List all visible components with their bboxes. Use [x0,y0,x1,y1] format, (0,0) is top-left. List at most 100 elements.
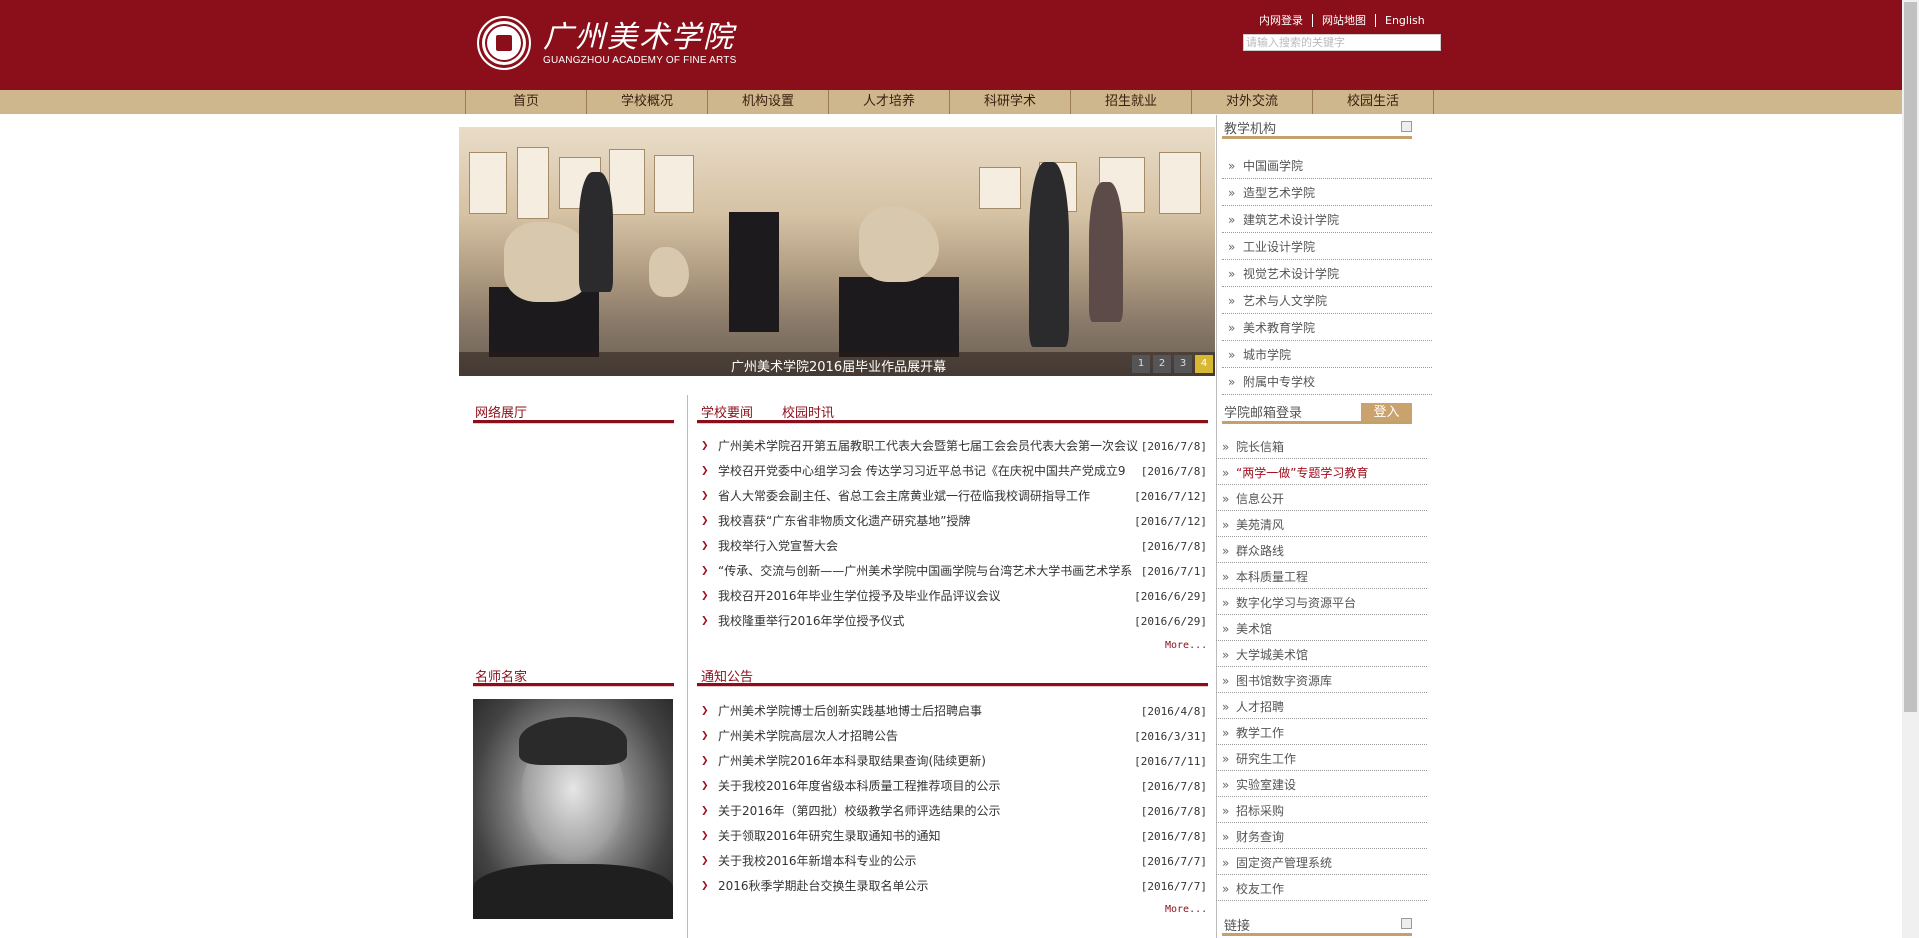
quick-link-item[interactable]: 信息公开 [1216,485,1427,513]
nav-research[interactable]: 科研学术 [949,90,1070,114]
logo-english-name: GUANGZHOU ACADEMY OF FINE ARTS [543,54,737,66]
banner-slideshow[interactable]: 广州美术学院2016届毕业作品展开幕 1 2 3 4 [459,127,1215,376]
news-item[interactable]: ❯ 我校举行入党宣誓大会 [2016/7/8] [701,537,1207,562]
nav-exchange[interactable]: 对外交流 [1191,90,1312,114]
notice-item[interactable]: ❯ 广州美术学院2016年本科录取结果查询(陆续更新) [2016/7/11] [701,752,1207,777]
banner-visitor [579,172,613,292]
banner-pedestal [729,212,779,332]
teaching-unit-item[interactable]: 视觉艺术设计学院 [1222,260,1432,288]
english-link[interactable]: English [1375,14,1434,27]
news-item[interactable]: ❯ 省人大常委会副主任、省总工会主席黄业斌一行莅临我校调研指导工作 [2016/7/… [701,487,1207,512]
quick-link-item[interactable]: 院长信箱 [1216,433,1427,461]
friend-links-title: 链接 [1224,919,1251,934]
quick-link-item[interactable]: 教学工作 [1216,719,1427,747]
sitemap-link[interactable]: 网站地图 [1312,14,1375,27]
news-item[interactable]: ❯ 学校召开党委中心组学习会 传达学习习近平总书记《在庆祝中国共产党成立9 [201… [701,462,1207,487]
banner-artwork [469,152,507,214]
masters-divider [473,683,674,687]
nav-about[interactable]: 学校概况 [586,90,707,114]
nav-departments[interactable]: 机构设置 [707,90,828,114]
quick-link-item[interactable]: 数字化学习与资源平台 [1216,589,1427,617]
teaching-unit-item[interactable]: 造型艺术学院 [1222,179,1432,207]
friend-links-divider [1222,933,1412,936]
mail-login-button[interactable]: 登入 [1361,403,1412,423]
exhibition-title[interactable]: 网络展厅 [475,402,527,421]
notice-item[interactable]: ❯ 广州美术学院博士后创新实践基地博士后招聘启事 [2016/4/8] [701,702,1207,727]
master-portrait[interactable] [473,699,673,919]
teaching-units-title: 教学机构 [1224,122,1277,137]
banner-artwork [609,149,645,215]
quick-link-item[interactable]: 图书馆数字资源库 [1216,667,1427,695]
teaching-divider [1222,136,1412,139]
main-nav: 首页 学校概况 机构设置 人才培养 科研学术 招生就业 对外交流 校园生活 [0,90,1902,114]
nav-education[interactable]: 人才培养 [828,90,949,114]
quick-link-item[interactable]: 校友工作 [1216,875,1427,903]
expand-icon[interactable] [1401,918,1412,929]
news-item[interactable]: ❯ “传承、交流与创新——广州美术学院中国画学院与台湾艺术大学书画艺术学系 [201… [701,562,1207,587]
banner-dot-3[interactable]: 3 [1174,355,1192,373]
teaching-unit-item[interactable]: 城市学院 [1222,341,1432,369]
news-list: ❯ 广州美术学院召开第五届教职工代表大会暨第七届工会会员代表大会第一次会议 [201… [701,437,1207,637]
page-scrollbar[interactable] [1902,0,1919,938]
banner-visitor [1029,162,1069,347]
news-item[interactable]: ❯ 我校喜获“广东省非物质文化遗产研究基地”授牌 [2016/7/12] [701,512,1207,537]
expand-icon[interactable] [1401,121,1412,132]
exhibition-divider [473,420,674,424]
nav-campus-life[interactable]: 校园生活 [1312,90,1434,114]
quick-link-item[interactable]: 人才招聘 [1216,693,1427,721]
teaching-unit-item[interactable]: 建筑艺术设计学院 [1222,206,1432,234]
banner-artwork [1159,152,1201,214]
quick-link-item[interactable]: 群众路线 [1216,537,1427,565]
column-divider [687,395,688,938]
banner-caption[interactable]: 广州美术学院2016届毕业作品展开幕 [731,356,946,375]
quick-link-item[interactable]: 美苑清风 [1216,511,1427,539]
banner-pager: 1 2 3 4 [1129,355,1213,373]
banner-dot-1[interactable]: 1 [1132,355,1150,373]
teaching-unit-item[interactable]: 美术教育学院 [1222,314,1432,342]
notice-item[interactable]: ❯ 关于我校2016年度省级本科质量工程推荐项目的公示 [2016/7/8] [701,777,1207,802]
news-item[interactable]: ❯ 我校隆重举行2016年学位授予仪式 [2016/6/29] [701,612,1207,637]
notice-item[interactable]: ❯ 广州美术学院高层次人才招聘公告 [2016/3/31] [701,727,1207,752]
banner-caption-bar: 广州美术学院2016届毕业作品展开幕 1 2 3 4 [459,352,1215,376]
notice-item[interactable]: ❯ 关于领取2016年研究生录取通知书的通知 [2016/7/8] [701,827,1207,852]
quick-link-item[interactable]: 研究生工作 [1216,745,1427,773]
banner-artwork [517,147,549,219]
nav-home[interactable]: 首页 [465,90,586,114]
news-item[interactable]: ❯ 我校召开2016年毕业生学位授予及毕业作品评议会议 [2016/6/29] [701,587,1207,612]
banner-sculpture [859,207,939,282]
quick-link-item[interactable]: 财务查询 [1216,823,1427,851]
school-seal-icon [477,16,531,70]
news-item[interactable]: ❯ 广州美术学院召开第五届教职工代表大会暨第七届工会会员代表大会第一次会议 [201… [701,437,1207,462]
banner-sculpture [649,247,689,297]
tab-campus-news[interactable]: 校园时讯 [782,402,834,421]
news-divider [697,420,1208,424]
quick-link-item[interactable]: 美术馆 [1216,615,1427,643]
quick-link-item[interactable]: 大学城美术馆 [1216,641,1427,669]
site-logo[interactable]: 广州美术学院 GUANGZHOU ACADEMY OF FINE ARTS [477,16,736,70]
teaching-unit-item[interactable]: 艺术与人文学院 [1222,287,1432,315]
nav-admissions[interactable]: 招生就业 [1070,90,1191,114]
banner-dot-4[interactable]: 4 [1195,355,1213,373]
search-input[interactable]: 请输入搜索的关键字 [1243,34,1441,51]
intranet-login-link[interactable]: 内网登录 [1250,14,1312,27]
quick-link-item[interactable]: 实验室建设 [1216,771,1427,799]
teaching-unit-item[interactable]: 工业设计学院 [1222,233,1432,261]
teaching-unit-item[interactable]: 中国画学院 [1222,152,1432,180]
banner-dot-2[interactable]: 2 [1153,355,1171,373]
news-more-link[interactable]: More... [1165,640,1207,651]
notice-item[interactable]: ❯ 关于我校2016年新增本科专业的公示 [2016/7/7] [701,852,1207,877]
quick-link-item[interactable]: “两学一做”专题学习教育 [1216,459,1427,487]
teaching-unit-item[interactable]: 附属中专学校 [1222,368,1432,396]
notice-more-link[interactable]: More... [1165,904,1207,915]
tab-school-news[interactable]: 学校要闻 [701,402,753,421]
quick-link-item[interactable]: 本科质量工程 [1216,563,1427,591]
site-header: 广州美术学院 GUANGZHOU ACADEMY OF FINE ARTS 内网… [0,0,1902,90]
notice-divider [697,683,1208,687]
quick-link-item[interactable]: 招标采购 [1216,797,1427,825]
notice-item[interactable]: ❯ 2016秋季学期赴台交换生录取名单公示 [2016/7/7] [701,877,1207,902]
scrollbar-thumb[interactable] [1904,2,1917,712]
quick-link-item[interactable]: 固定资产管理系统 [1216,849,1427,877]
notice-item[interactable]: ❯ 关于2016年（第四批）校级教学名师评选结果的公示 [2016/7/8] [701,802,1207,827]
mail-divider [1222,421,1412,424]
banner-visitor [1089,182,1123,322]
